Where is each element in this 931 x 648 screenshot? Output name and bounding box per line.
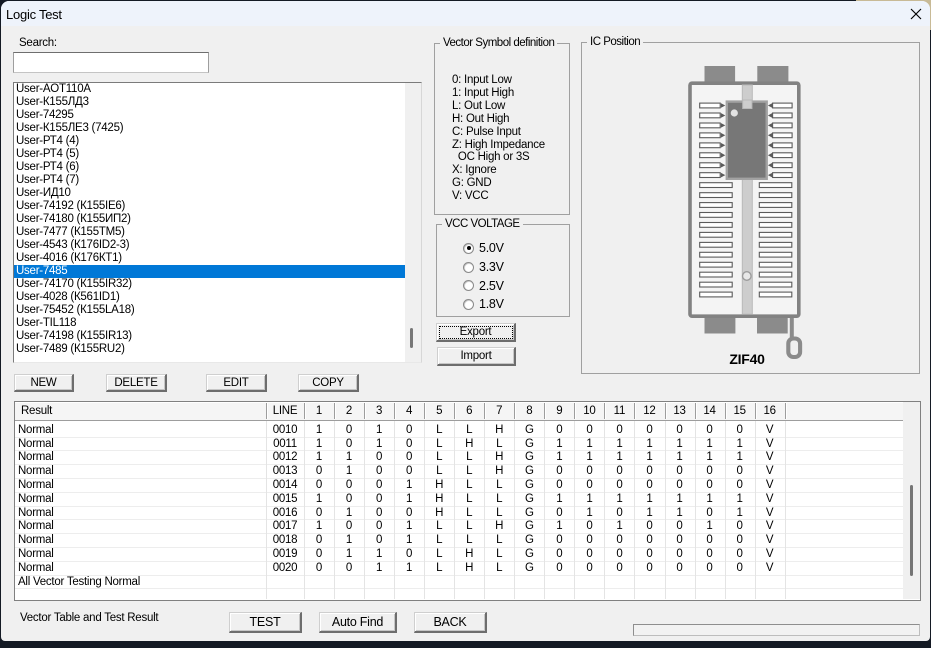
svg-text:ZIF40: ZIF40 xyxy=(729,351,765,367)
